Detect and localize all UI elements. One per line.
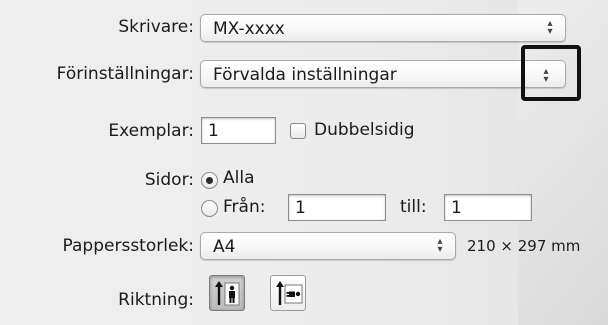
radio-selected-dot bbox=[206, 177, 213, 184]
printer-popup[interactable]: MX-xxxx ▴ ▾ bbox=[200, 14, 566, 42]
portrait-orientation-icon bbox=[215, 281, 240, 306]
presets-value: Förvalda inställningar bbox=[213, 65, 397, 85]
pages-from-field[interactable]: 1 bbox=[288, 194, 386, 221]
copies-value: 1 bbox=[208, 121, 219, 141]
orientation-landscape-button[interactable] bbox=[270, 275, 306, 311]
pages-to-field[interactable]: 1 bbox=[444, 194, 532, 221]
paper-dimensions: 210 × 297 mm bbox=[467, 237, 581, 255]
copies-field[interactable]: 1 bbox=[201, 117, 276, 144]
up-down-chevron-icon: ▴ ▾ bbox=[547, 18, 553, 37]
presets-label: Förinställningar: bbox=[56, 64, 194, 84]
pages-all-label: Alla bbox=[223, 168, 255, 188]
presets-arrow-highlight bbox=[521, 45, 581, 101]
pages-to-value: 1 bbox=[451, 198, 462, 218]
orientation-label: Riktning: bbox=[118, 290, 194, 310]
printer-label: Skrivare: bbox=[118, 17, 194, 37]
print-dialog-panel: Skrivare: MX-xxxx ▴ ▾ Förinställningar: F… bbox=[0, 0, 608, 325]
orientation-portrait-button[interactable] bbox=[209, 275, 245, 311]
pages-all-radio[interactable] bbox=[201, 172, 218, 189]
presets-popup[interactable]: Förvalda inställningar ▴ ▾ bbox=[200, 60, 566, 88]
paper-size-label: Pappersstorlek: bbox=[62, 236, 194, 256]
duplex-label: Dubbelsidig bbox=[314, 120, 415, 140]
pages-from-value: 1 bbox=[295, 198, 306, 218]
pages-label: Sidor: bbox=[144, 170, 194, 190]
pages-from-label: Från: bbox=[223, 197, 266, 217]
up-down-chevron-icon: ▴ ▾ bbox=[437, 236, 443, 255]
landscape-orientation-icon bbox=[276, 281, 303, 305]
paper-size-popup[interactable]: A4 ▴ ▾ bbox=[200, 232, 456, 260]
duplex-checkbox[interactable] bbox=[290, 123, 306, 139]
pages-range-radio[interactable] bbox=[201, 200, 218, 217]
paper-size-value: A4 bbox=[213, 237, 236, 257]
printer-value: MX-xxxx bbox=[213, 19, 285, 39]
copies-label: Exemplar: bbox=[108, 121, 194, 141]
pages-to-label: till: bbox=[400, 197, 427, 217]
